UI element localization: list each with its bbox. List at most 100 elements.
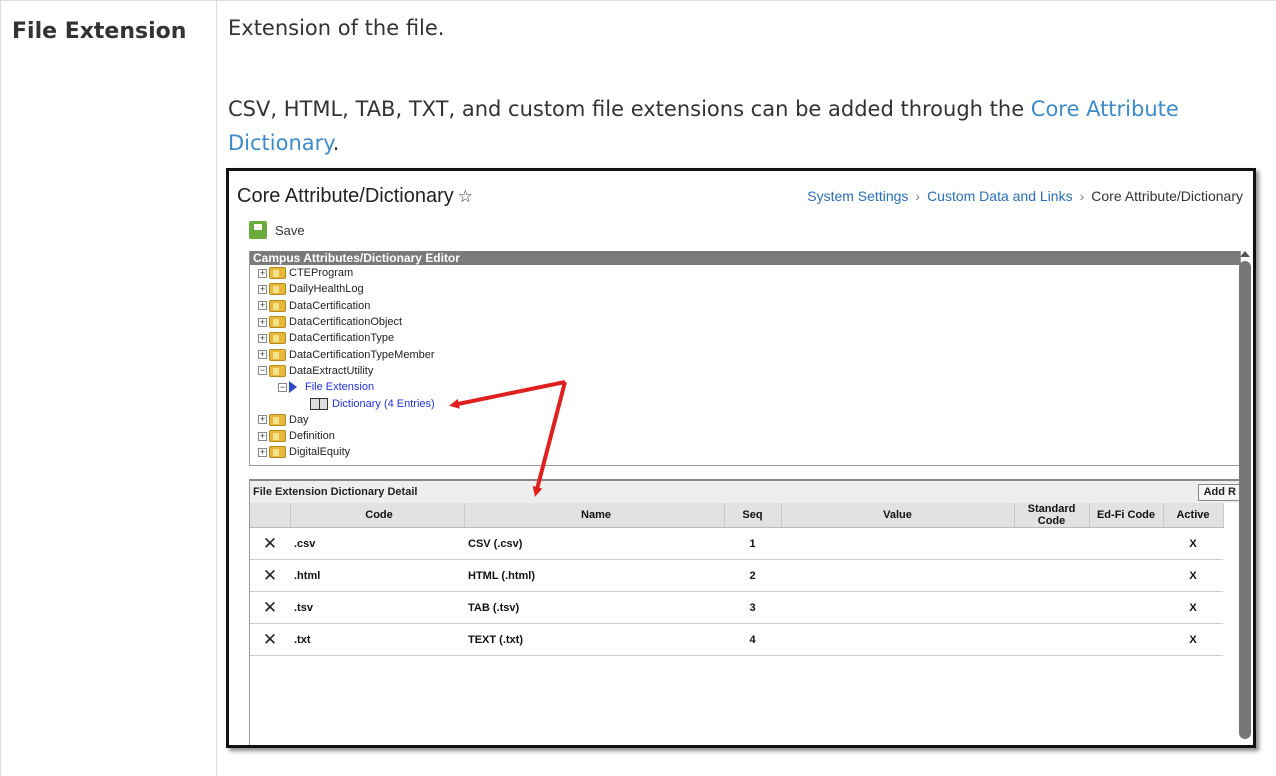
tree-item-label: DataCertificationObject [289, 316, 403, 329]
table-header-row: Code Name Seq Value Standard Code Ed-Fi … [250, 503, 1224, 528]
cell-standard-code [1014, 591, 1089, 624]
cell-value [781, 559, 1014, 592]
tree-item[interactable]: + DataCertificationTypeMember [258, 346, 1240, 362]
save-label: Save [275, 222, 305, 238]
expand-icon[interactable]: + [258, 333, 267, 343]
column-header-code[interactable]: Code [290, 503, 465, 528]
expand-icon[interactable]: + [258, 431, 267, 441]
cell-name: TAB (.tsv) [464, 591, 724, 624]
cell-name: HTML (.html) [464, 559, 724, 592]
save-icon [249, 221, 267, 239]
breadcrumb-current: Core Attribute/Dictionary [1091, 188, 1243, 204]
delete-icon[interactable]: ✕ [263, 566, 277, 585]
tree-item-label: DataCertificationType [289, 332, 395, 345]
column-header-name[interactable]: Name [464, 503, 725, 528]
column-header-value[interactable]: Value [781, 503, 1015, 528]
cell-code: .csv [290, 527, 464, 560]
cell-edfi-code [1089, 527, 1163, 560]
table-row[interactable]: ✕ .html HTML (.html) 2 X [250, 559, 1223, 592]
tree-item[interactable]: + DataCertificationType [258, 330, 1240, 346]
cell-seq: 2 [724, 559, 781, 592]
add-row-button[interactable]: Add R [1197, 484, 1242, 501]
tree-grandchild-label: Dictionary (4 Entries) [332, 397, 435, 410]
expand-icon[interactable]: + [258, 317, 267, 327]
tree-item[interactable]: + CTEProgram [258, 265, 1240, 281]
cell-edfi-code [1089, 559, 1163, 592]
expand-icon[interactable]: + [258, 284, 267, 294]
folder-icon [269, 267, 286, 280]
folder-icon [269, 430, 286, 443]
description-line2: CSV, HTML, TAB, TXT, and custom file ext… [228, 92, 1268, 160]
delete-icon[interactable]: ✕ [263, 598, 277, 617]
expand-icon[interactable]: + [258, 268, 267, 278]
column-header-edfi-code[interactable]: Ed-Fi Code [1089, 503, 1164, 528]
column-header-active[interactable]: Active [1163, 503, 1224, 528]
cell-standard-code [1014, 559, 1089, 592]
tree-child-label: File Extension [305, 381, 375, 394]
star-icon[interactable]: ☆ [458, 187, 473, 206]
tree-child-item[interactable]: − File Extension [278, 379, 1240, 395]
detail-header: File Extension Dictionary Detail Add R [250, 481, 1242, 503]
cell-active: X [1163, 527, 1223, 560]
tree-item-label: Day [289, 413, 309, 426]
cell-seq: 4 [724, 623, 781, 656]
tree-item[interactable]: + DailyHealthLog [258, 281, 1240, 297]
collapse-icon[interactable]: − [258, 366, 267, 376]
cell-code: .tsv [290, 591, 464, 624]
expand-icon[interactable]: + [258, 415, 267, 425]
dictionary-table: Code Name Seq Value Standard Code Ed-Fi … [250, 503, 1224, 656]
column-header-standard-code[interactable]: Standard Code [1014, 503, 1090, 528]
tree-item-label: DataCertification [289, 299, 371, 312]
tree-item[interactable]: + DigitalEquity [258, 444, 1240, 460]
delete-icon[interactable]: ✕ [263, 534, 277, 553]
table-row[interactable]: ✕ .csv CSV (.csv) 1 X [250, 527, 1223, 560]
cell-active: X [1163, 559, 1223, 592]
column-header-seq[interactable]: Seq [724, 503, 782, 528]
tree-item-expanded[interactable]: − DataExtractUtility [258, 363, 1240, 379]
breadcrumb-system-settings[interactable]: System Settings [807, 188, 908, 204]
chevron-right-icon: › [1079, 188, 1085, 204]
triangle-right-icon [289, 381, 297, 394]
expand-icon[interactable]: + [258, 350, 267, 360]
tree: + CTEProgram + DailyHealthLog + DataCertifi… [250, 265, 1240, 461]
cell-name: CSV (.csv) [464, 527, 724, 560]
tree-panel: Campus Attributes/Dictionary Editor + CTE… [249, 251, 1241, 466]
tree-item-label: CTEProgram [289, 267, 354, 280]
expand-icon[interactable]: + [258, 447, 267, 457]
scrollbar[interactable] [1239, 261, 1251, 739]
page-title: Core Attribute/Dictionary ☆ [237, 185, 473, 208]
scroll-up-icon[interactable] [1240, 251, 1250, 257]
chevron-right-icon: › [915, 188, 921, 204]
description-text: CSV, HTML, TAB, TXT, and custom file ext… [228, 97, 1031, 121]
tree-item[interactable]: + Definition [258, 428, 1240, 444]
cell-seq: 3 [724, 591, 781, 624]
tree-item-label: DataCertificationTypeMember [289, 348, 435, 361]
tree-grandchild-item[interactable]: Dictionary (4 Entries) [310, 395, 1240, 411]
column-divider [216, 0, 217, 776]
tree-item-label: Definition [289, 430, 335, 443]
folder-icon [269, 332, 286, 345]
table-row[interactable]: ✕ .txt TEXT (.txt) 4 X [250, 623, 1223, 656]
cell-standard-code [1014, 527, 1089, 560]
table-row[interactable]: ✕ .tsv TAB (.tsv) 3 X [250, 591, 1223, 624]
tree-item[interactable]: + Day [258, 412, 1240, 428]
detail-panel: File Extension Dictionary Detail Add R C… [249, 479, 1242, 745]
cell-active: X [1163, 623, 1223, 656]
cell-code: .txt [290, 623, 464, 656]
folder-icon [269, 299, 286, 312]
expand-icon[interactable]: + [258, 301, 267, 311]
cell-value [781, 527, 1014, 560]
delete-icon[interactable]: ✕ [263, 630, 277, 649]
page-title-text: Core Attribute/Dictionary [237, 185, 454, 207]
collapse-icon[interactable]: − [278, 382, 287, 392]
tree-item-label: DigitalEquity [289, 446, 351, 459]
cell-name: TEXT (.txt) [464, 623, 724, 656]
cell-code: .html [290, 559, 464, 592]
folder-icon [269, 446, 286, 459]
folder-icon [269, 316, 286, 329]
tree-item[interactable]: + DataCertificationObject [258, 314, 1240, 330]
tree-item[interactable]: + DataCertification [258, 298, 1240, 314]
breadcrumb-custom-data[interactable]: Custom Data and Links [927, 188, 1073, 204]
cell-value [781, 623, 1014, 656]
save-button[interactable]: Save [249, 221, 305, 239]
